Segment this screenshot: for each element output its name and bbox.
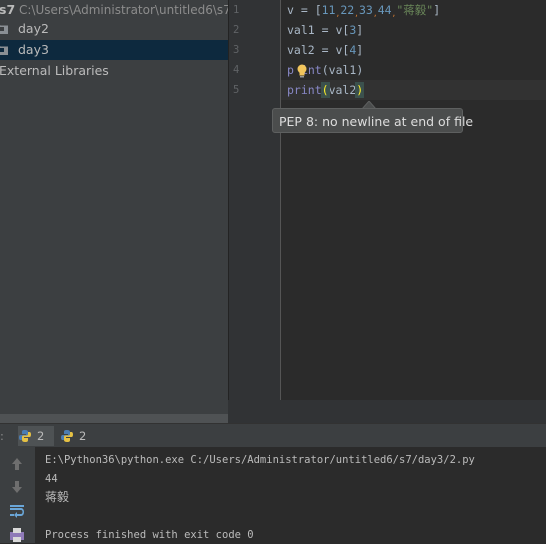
code-line-5[interactable]: print(val2) <box>281 80 546 100</box>
inspection-tooltip: PEP 8: no newline at end of file <box>272 108 473 133</box>
code-line-2[interactable]: val1 = v[3] <box>287 20 363 40</box>
code-line-3[interactable]: val2 = v[4] <box>287 40 363 60</box>
project-tree-panel: s7 C:\Users\Administrator\untitled6\s7 d… <box>0 0 228 423</box>
line-number: 5 <box>233 84 240 96</box>
python-icon <box>61 430 73 442</box>
scroll-down-icon[interactable] <box>9 479 25 495</box>
scroll-up-icon[interactable] <box>9 456 25 472</box>
run-toolbar <box>0 447 36 543</box>
line-number: 3 <box>233 44 240 56</box>
run-tab-1[interactable]: 2 <box>18 426 54 446</box>
tree-item-label: day3 <box>18 42 49 57</box>
console-output-line: 44 <box>45 473 58 485</box>
text-caret <box>363 83 365 97</box>
tree-item-day3[interactable]: day3 <box>0 40 228 60</box>
folder-icon <box>0 25 8 34</box>
code-line-1[interactable]: v = [11,22,33,44,"蒋毅"] <box>287 0 440 20</box>
run-tab-2[interactable]: 2 <box>60 426 94 446</box>
run-tab-bar: : 2 2 <box>0 423 546 447</box>
tree-root-row[interactable]: s7 C:\Users\Administrator\untitled6\s7 <box>0 0 228 20</box>
project-root-name: s7 <box>0 2 16 17</box>
run-tab-bar-label: : <box>0 429 4 443</box>
project-root-path: C:\Users\Administrator\untitled6\s7 <box>19 3 228 17</box>
horizontal-scrollbar[interactable] <box>0 414 228 423</box>
tree-item-day2[interactable]: day2 <box>0 19 228 39</box>
editor-gutter: 1 2 3 4 5 <box>228 0 280 423</box>
console-command-line: E:\Python36\python.exe C:/Users/Administ… <box>45 454 475 466</box>
print-icon[interactable] <box>9 527 25 543</box>
line-number: 1 <box>233 4 240 16</box>
tree-item-label: day2 <box>18 21 49 36</box>
python-icon <box>19 430 31 442</box>
line-number: 2 <box>233 24 240 36</box>
console-exit-line: Process finished with exit code 0 <box>45 529 254 541</box>
folder-icon <box>0 46 8 55</box>
tree-item-label: External Libraries <box>0 63 109 78</box>
run-console[interactable]: E:\Python36\python.exe C:/Users/Administ… <box>35 447 546 543</box>
run-tab-label: 2 <box>37 429 45 443</box>
editor-horizontal-scroll-area <box>228 400 546 423</box>
soft-wrap-icon[interactable] <box>9 503 25 519</box>
console-output-line: 蒋毅 <box>45 490 70 504</box>
tree-item-external-libraries[interactable]: External Libraries <box>0 61 228 81</box>
run-tab-label: 2 <box>79 429 87 443</box>
line-number: 4 <box>233 64 240 76</box>
lightbulb-icon[interactable] <box>296 64 308 78</box>
code-editor[interactable]: v = [11,22,33,44,"蒋毅"] val1 = v[3] val2 … <box>281 0 546 400</box>
